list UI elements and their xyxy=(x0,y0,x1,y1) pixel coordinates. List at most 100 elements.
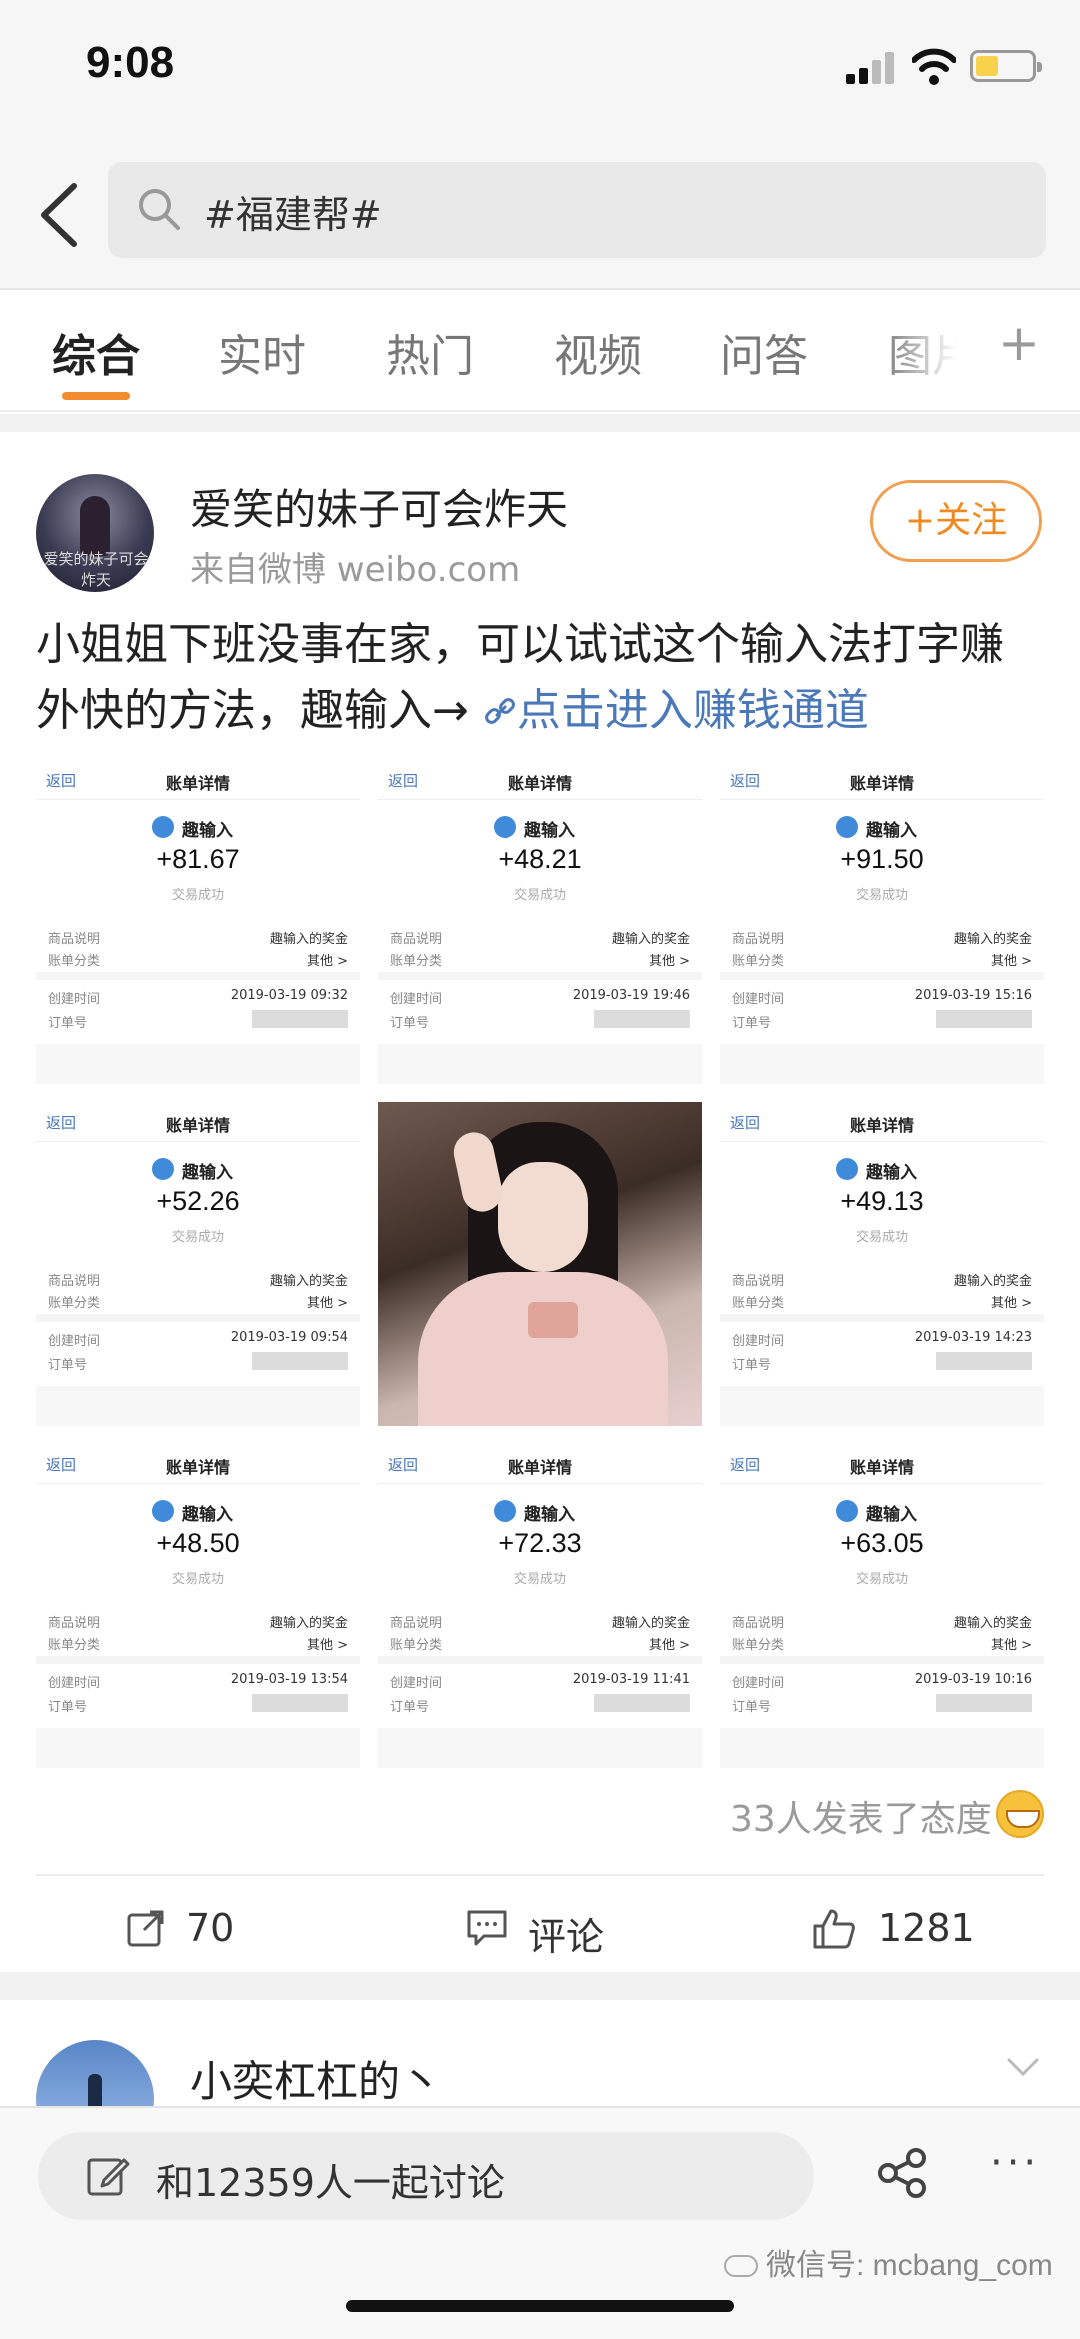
receipt-card: 趣输入 +72.33 交易成功 商品说明 趣输入的奖金 账单分类 其他 > 创建时间 2019-… xyxy=(378,1484,702,1728)
receipt-title: 账单详情 xyxy=(165,1116,230,1135)
receipt-image[interactable]: 返回 账单详情 趣输入 +63.05 交易成功 商品说明 趣输入的奖金 账单分类 其他 > 创建时… xyxy=(720,1444,1044,1768)
receipt-row-category: 账单分类 其他 > xyxy=(48,1638,348,1653)
receipt-amount: +48.21 xyxy=(498,844,582,874)
receipt-amount: +48.50 xyxy=(156,1528,240,1558)
receipt-row-time: 创建时间 2019-03-19 15:16 xyxy=(732,988,1032,1007)
share-icon[interactable] xyxy=(876,2146,930,2200)
receipt-app: 趣输入 xyxy=(182,821,233,841)
receipt-card: 趣输入 +49.13 交易成功 商品说明 趣输入的奖金 账单分类 其他 > 创建时间 2019-… xyxy=(720,1142,1044,1386)
receipt-status: 交易成功 xyxy=(171,1572,224,1587)
receipt-amount: +72.33 xyxy=(498,1528,582,1558)
receipt-row-item: 商品说明 趣输入的奖金 xyxy=(390,1616,690,1631)
bottom-bar: 和12359人一起讨论 ··· xyxy=(0,2106,1080,2339)
discuss-input[interactable]: 和12359人一起讨论 xyxy=(38,2132,814,2220)
app-avatar-icon xyxy=(152,816,174,838)
receipt-row-order: 订单号 xyxy=(48,1010,348,1031)
receipt-row-time: 创建时间 2019-03-19 13:54 xyxy=(48,1672,348,1691)
watermark-text: 微信号: mcbang_com xyxy=(766,2249,1053,2282)
avatar-text: 爱笑的妹子可会炸天 xyxy=(43,550,149,589)
receipt-app: 趣输入 xyxy=(182,1163,233,1183)
receipt-status: 交易成功 xyxy=(855,1572,908,1587)
post-link[interactable]: 点击进入赚钱通道 xyxy=(483,685,869,736)
edit-icon xyxy=(87,2158,130,2196)
receipt-amount: +49.13 xyxy=(840,1186,924,1216)
back-arrow-icon[interactable] xyxy=(34,180,84,250)
receipt-title: 账单详情 xyxy=(849,1458,914,1477)
search-icon xyxy=(139,189,180,230)
wechat-icon xyxy=(724,2255,758,2277)
receipt-row-category: 账单分类 其他 > xyxy=(48,954,348,969)
receipt-row-category: 账单分类 其他 > xyxy=(390,1638,690,1653)
receipt-row-item: 商品说明 趣输入的奖金 xyxy=(390,932,690,947)
receipt-card: 趣输入 +63.05 交易成功 商品说明 趣输入的奖金 账单分类 其他 > 创建时间 2019-… xyxy=(720,1484,1044,1728)
receipt-header: 返回 账单详情 xyxy=(720,1102,1044,1142)
avatar[interactable]: 爱笑的妹子可会炸天 xyxy=(36,474,154,592)
receipt-card: 趣输入 +81.67 交易成功 商品说明 趣输入的奖金 账单分类 其他 > 创建时间 2019-… xyxy=(36,800,360,1044)
cellular-signal-icon xyxy=(846,52,898,84)
tab-realtime[interactable]: 实时 xyxy=(218,320,306,384)
receipt-title: 账单详情 xyxy=(849,774,914,793)
home-indicator xyxy=(346,2300,734,2312)
receipt-row-item: 商品说明 趣输入的奖金 xyxy=(48,1616,348,1631)
app-avatar-icon xyxy=(836,1500,858,1522)
receipt-image[interactable]: 返回 账单详情 趣输入 +91.50 交易成功 商品说明 趣输入的奖金 账单分类 其他 > 创建时… xyxy=(720,760,1044,1084)
receipt-title: 账单详情 xyxy=(165,1458,230,1477)
thumbs-up-icon xyxy=(813,1909,855,1949)
receipt-app: 趣输入 xyxy=(866,1505,917,1525)
grin-emoji-icon xyxy=(996,1790,1044,1838)
add-tab-icon[interactable]: + xyxy=(998,314,1040,372)
receipt-row-item: 商品说明 趣输入的奖金 xyxy=(732,1274,1032,1289)
wifi-icon xyxy=(912,48,956,85)
image-grid: 返回 账单详情 趣输入 +81.67 交易成功 商品说明 趣输入的奖金 账单分类 其他 > 创建时… xyxy=(36,760,1044,1768)
receipt-row-item: 商品说明 趣输入的奖金 xyxy=(48,1274,348,1289)
receipt-row-order: 订单号 xyxy=(48,1694,348,1715)
receipt-app: 趣输入 xyxy=(524,821,575,841)
tab-video[interactable]: 视频 xyxy=(554,320,642,384)
receipt-row-order: 订单号 xyxy=(732,1010,1032,1031)
section-divider-2 xyxy=(0,1972,1080,2000)
receipt-row-order: 订单号 xyxy=(390,1010,690,1031)
reactions-text[interactable]: 33人发表了态度 xyxy=(730,1790,992,1842)
follow-button[interactable]: +关注 xyxy=(870,480,1042,562)
post-source: 来自微博 weibo.com xyxy=(190,550,521,590)
nav-bar: #福建帮# xyxy=(0,140,1080,290)
receipt-header: 返回 账单详情 xyxy=(36,1102,360,1142)
receipt-row-order: 订单号 xyxy=(390,1694,690,1715)
receipt-amount: +52.26 xyxy=(156,1186,240,1216)
receipt-image[interactable]: 返回 账单详情 趣输入 +72.33 交易成功 商品说明 趣输入的奖金 账单分类 其他 > 创建时… xyxy=(378,1444,702,1768)
status-bar: 9:08 xyxy=(0,0,1080,140)
receipt-image[interactable]: 返回 账单详情 趣输入 +81.67 交易成功 商品说明 趣输入的奖金 账单分类 其他 > 创建时… xyxy=(36,760,360,1084)
receipt-row-time: 创建时间 2019-03-19 10:16 xyxy=(732,1672,1032,1691)
section-divider xyxy=(0,414,1080,432)
app-avatar-icon xyxy=(836,816,858,838)
comment-label: 评论 xyxy=(528,1915,605,1959)
tab-comprehensive[interactable]: 综合 xyxy=(52,320,140,384)
receipt-row-time: 创建时间 2019-03-19 09:54 xyxy=(48,1330,348,1349)
next-post-username[interactable]: 小奕杠杠的丶 xyxy=(190,2048,442,2109)
receipt-image[interactable]: 返回 账单详情 趣输入 +49.13 交易成功 商品说明 趣输入的奖金 账单分类 其他 > 创建时… xyxy=(720,1102,1044,1426)
receipt-row-category: 账单分类 其他 > xyxy=(732,954,1032,969)
receipt-row-time: 创建时间 2019-03-19 19:46 xyxy=(390,988,690,1007)
receipt-status: 交易成功 xyxy=(855,1230,908,1245)
receipt-row-order: 订单号 xyxy=(48,1352,348,1373)
tab-hot[interactable]: 热门 xyxy=(386,320,474,384)
more-options-icon[interactable]: ··· xyxy=(990,2140,1040,2186)
search-bar[interactable]: #福建帮# xyxy=(108,162,1046,258)
tab-qa[interactable]: 问答 xyxy=(720,320,808,384)
receipt-image[interactable]: 返回 账单详情 趣输入 +52.26 交易成功 商品说明 趣输入的奖金 账单分类 其他 > 创建时… xyxy=(36,1102,360,1426)
receipt-row-category: 账单分类 其他 > xyxy=(390,954,690,969)
battery-icon xyxy=(970,50,1042,82)
receipt-app: 趣输入 xyxy=(182,1505,233,1525)
watermark: 微信号: mcbang_com xyxy=(724,2240,1053,2284)
post-username[interactable]: 爱笑的妹子可会炸天 xyxy=(190,476,568,537)
receipt-image[interactable]: 返回 账单详情 趣输入 +48.50 交易成功 商品说明 趣输入的奖金 账单分类 其他 > 创建时… xyxy=(36,1444,360,1768)
link-icon xyxy=(484,698,515,724)
tab-fade xyxy=(880,302,990,402)
chevron-down-icon[interactable] xyxy=(1006,2050,1040,2084)
receipt-row-time: 创建时间 2019-03-19 11:41 xyxy=(390,1672,690,1691)
receipt-image[interactable]: 返回 账单详情 趣输入 +48.21 交易成功 商品说明 趣输入的奖金 账单分类 其他 > 创建时… xyxy=(378,760,702,1084)
post-photo[interactable] xyxy=(378,1102,702,1426)
app-avatar-icon xyxy=(494,1500,516,1522)
receipt-row-item: 商品说明 趣输入的奖金 xyxy=(48,932,348,947)
receipt-header: 返回 账单详情 xyxy=(36,760,360,800)
